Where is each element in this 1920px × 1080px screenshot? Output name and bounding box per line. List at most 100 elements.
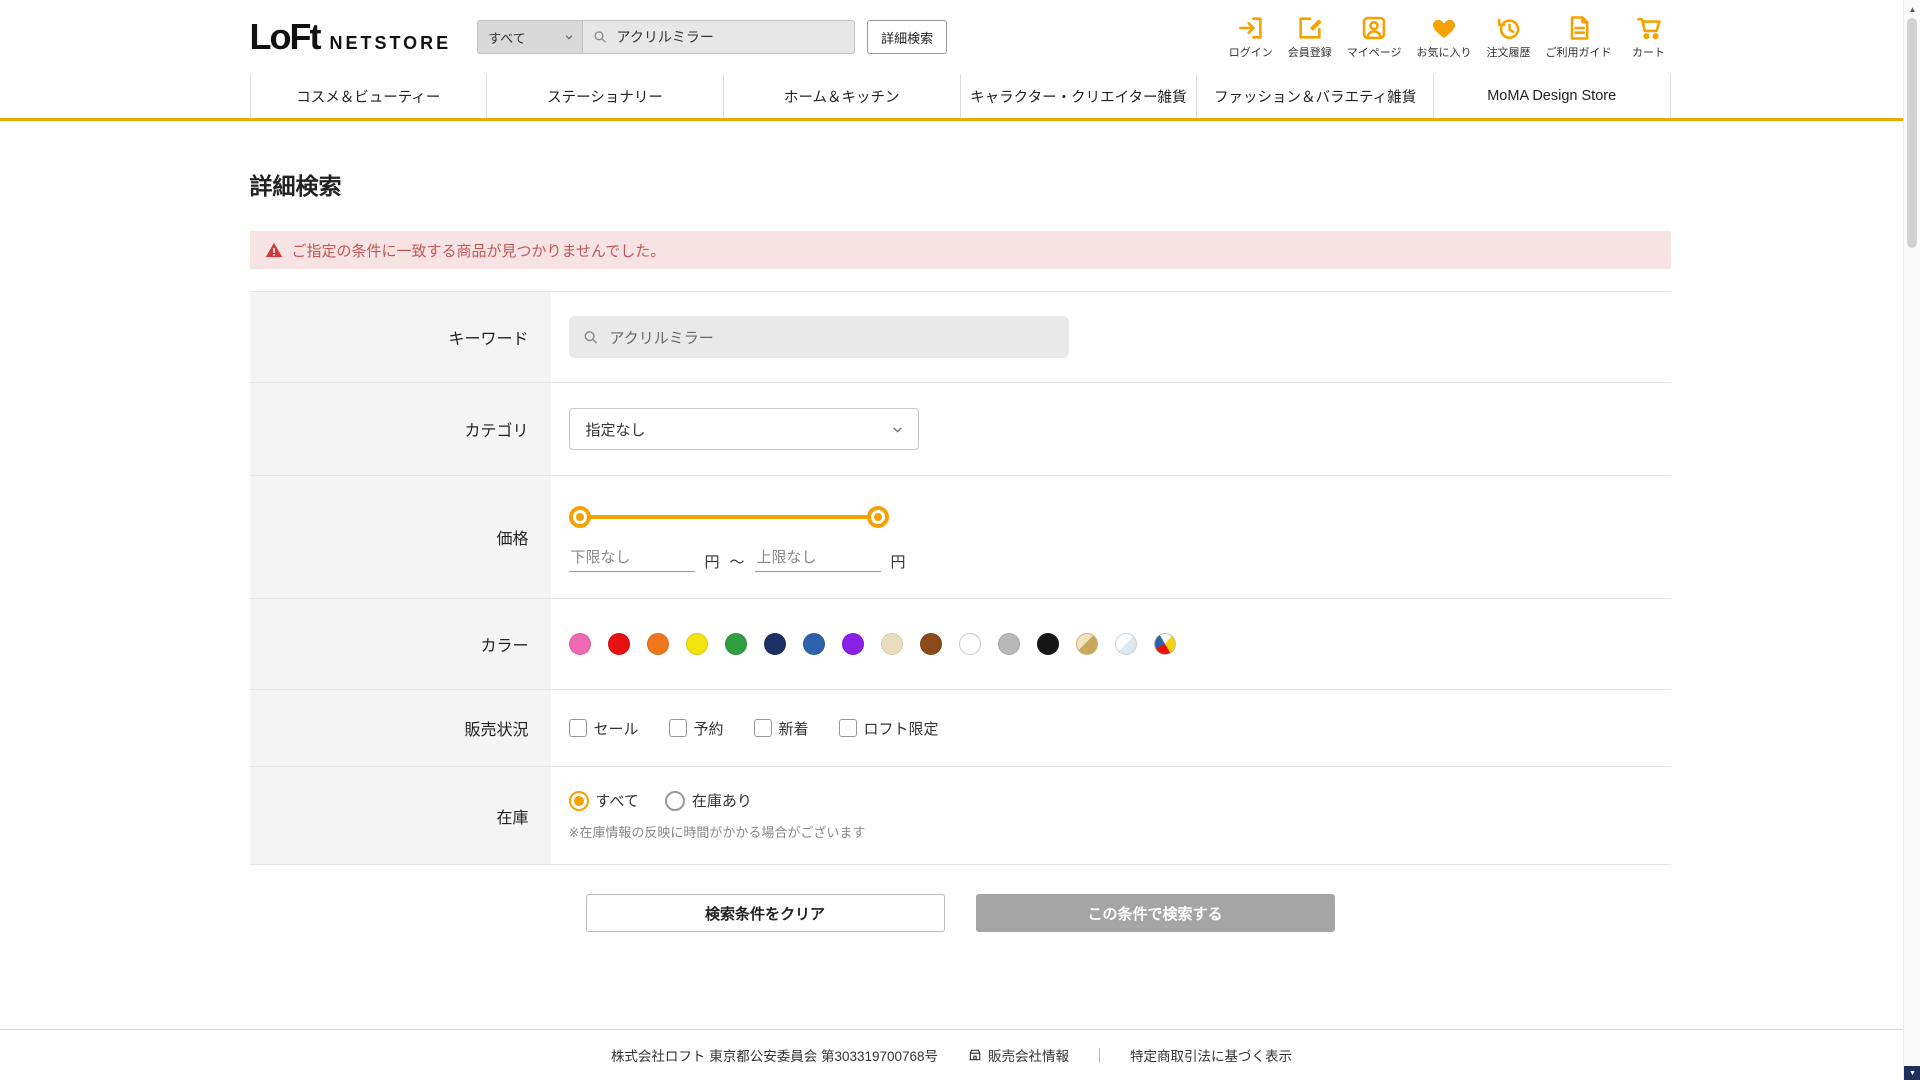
login-button[interactable]: ログイン xyxy=(1229,14,1273,60)
nav-item-moma[interactable]: MoMA Design Store xyxy=(1434,74,1671,118)
header-search: すべて 詳細検索 xyxy=(477,20,948,54)
search-with-conditions-button[interactable]: この条件で検索する xyxy=(975,894,1335,932)
checkbox-new[interactable]: 新着 xyxy=(753,718,809,739)
radio-all-label: すべて xyxy=(595,793,639,810)
search-input[interactable] xyxy=(614,28,845,46)
color-swatch-red[interactable] xyxy=(607,633,630,655)
register-button[interactable]: 会員登録 xyxy=(1288,14,1332,60)
category-select[interactable]: 指定なし xyxy=(568,408,919,450)
category-nav: コスメ＆ビューティー ステーショナリー ホーム＆キッチン キャラクター・クリエイ… xyxy=(0,74,1920,121)
radio-all[interactable]: すべて xyxy=(568,790,639,811)
color-swatch-navy[interactable] xyxy=(763,633,786,655)
search-form: キーワード カテゴリ 指定なし 価格 xyxy=(249,291,1671,865)
scrollbar-up-arrow[interactable]: ▲ xyxy=(1904,2,1920,17)
nav-item-fashion[interactable]: ファッション＆バラエティ雑貨 xyxy=(1197,74,1434,118)
company-info: 株式会社ロフト 東京都公安委員会 第303319700768号 xyxy=(610,1049,939,1064)
no-results-alert: ご指定の条件に一致する商品が見つかりませんでした。 xyxy=(249,231,1671,269)
nav-item-stationery[interactable]: ステーショナリー xyxy=(487,74,724,118)
login-icon xyxy=(1238,17,1262,39)
color-swatch-yellow[interactable] xyxy=(685,633,708,655)
checkbox-icon xyxy=(753,719,772,737)
color-swatch-multi[interactable] xyxy=(1153,633,1176,655)
keyword-input[interactable] xyxy=(607,327,1055,347)
checkbox-sale-label: セール xyxy=(593,720,639,738)
search-category-select[interactable]: すべて xyxy=(477,20,584,54)
checkbox-loft-limited-label: ロフト限定 xyxy=(863,720,939,738)
color-swatch-brown[interactable] xyxy=(919,633,942,655)
store-icon xyxy=(969,1049,981,1061)
radio-icon xyxy=(664,790,685,811)
checkbox-reserve[interactable]: 予約 xyxy=(668,718,724,739)
seller-info-link[interactable]: 販売会社情報 xyxy=(968,1045,1069,1065)
keyword-input-box xyxy=(568,316,1069,358)
price-unit: 円 xyxy=(704,553,720,571)
loft-logo[interactable]: LoFt NETSTORE xyxy=(250,16,452,58)
header-menu: ログイン 会員登録 マイページ お気に入り 注文履歴 ご利用ガイド カート xyxy=(1229,14,1671,60)
cart-icon xyxy=(1636,17,1661,40)
sales-status-options: セール 予約 新着 ロフト限定 xyxy=(568,718,1671,739)
guide-button[interactable]: ご利用ガイド xyxy=(1546,14,1612,60)
mypage-label: マイページ xyxy=(1346,47,1402,59)
mypage-button[interactable]: マイページ xyxy=(1347,14,1402,60)
keyword-label: キーワード xyxy=(249,292,551,382)
search-category-value: すべて xyxy=(488,30,526,46)
stock-options: すべて 在庫あり xyxy=(568,790,1671,811)
favorites-button[interactable]: お気に入り xyxy=(1417,14,1472,60)
color-swatch-orange[interactable] xyxy=(646,633,669,655)
checkbox-new-label: 新着 xyxy=(778,720,809,738)
search-icon xyxy=(594,31,606,43)
clear-conditions-button[interactable]: 検索条件をクリア xyxy=(585,894,945,932)
nav-item-character[interactable]: キャラクター・クリエイター雑貨 xyxy=(961,74,1198,118)
login-label: ログイン xyxy=(1228,47,1273,59)
color-swatch-white[interactable] xyxy=(958,633,981,655)
nav-item-home-kitchen[interactable]: ホーム＆キッチン xyxy=(724,74,961,118)
color-swatch-beige[interactable] xyxy=(880,633,903,655)
checkbox-icon xyxy=(668,719,687,737)
register-label: 会員登録 xyxy=(1287,47,1332,59)
color-swatch-gray[interactable] xyxy=(997,633,1020,655)
heart-icon xyxy=(1432,19,1456,38)
slider-track xyxy=(579,514,878,519)
color-swatch-blue[interactable] xyxy=(802,633,825,655)
scrollbar-down-arrow[interactable]: ▼ xyxy=(1904,1066,1920,1080)
price-max-handle[interactable] xyxy=(866,505,889,528)
color-swatch-silver[interactable] xyxy=(1114,633,1137,655)
checkbox-loft-limited[interactable]: ロフト限定 xyxy=(838,718,939,739)
checkbox-sale[interactable]: セール xyxy=(568,718,639,739)
commerce-law-link[interactable]: 特定商取引法に基づく表示 xyxy=(1130,1045,1292,1065)
price-row: 価格 円 ～ 円 xyxy=(249,476,1671,599)
color-row: カラー xyxy=(249,599,1671,690)
radio-in-stock[interactable]: 在庫あり xyxy=(664,790,752,811)
favorites-label: お気に入り xyxy=(1416,47,1472,59)
category-label: カテゴリ xyxy=(249,383,551,475)
guide-icon xyxy=(1570,16,1588,40)
order-history-button[interactable]: 注文履歴 xyxy=(1487,14,1531,60)
stock-note: ※在庫情報の反映に時間がかかる場合がございます xyxy=(568,825,866,840)
nav-item-cosme[interactable]: コスメ＆ビューティー xyxy=(249,74,488,118)
keyword-row: キーワード xyxy=(249,292,1671,383)
sales-status-label: 販売状況 xyxy=(249,690,551,766)
stock-row: 在庫 すべて 在庫あり ※在庫情報の反映に時間がかかる場合がございます xyxy=(249,767,1671,865)
logo-text: LoFt xyxy=(249,16,322,57)
price-min-input[interactable] xyxy=(568,544,695,572)
order-history-label: 注文履歴 xyxy=(1486,47,1531,59)
color-swatch-purple[interactable] xyxy=(841,633,864,655)
mypage-icon xyxy=(1362,16,1386,40)
cart-button[interactable]: カート xyxy=(1627,14,1671,60)
search-input-box xyxy=(583,20,856,54)
cart-label: カート xyxy=(1632,47,1665,59)
color-swatch-green[interactable] xyxy=(724,633,747,655)
price-min-handle[interactable] xyxy=(568,505,591,528)
detail-search-button[interactable]: 詳細検索 xyxy=(867,20,948,54)
color-swatch-gold[interactable] xyxy=(1075,633,1098,655)
price-range-slider xyxy=(568,505,889,529)
page: LoFt NETSTORE すべて 詳細検索 ログイン xyxy=(0,0,1920,1080)
price-max-input[interactable] xyxy=(754,544,881,572)
seller-info-label: 販売会社情報 xyxy=(988,1049,1070,1064)
color-swatch-black[interactable] xyxy=(1036,633,1059,655)
scrollbar-thumb[interactable] xyxy=(1907,18,1917,248)
color-swatch-pink[interactable] xyxy=(568,633,591,655)
radio-in-stock-label: 在庫あり xyxy=(691,793,752,810)
history-icon xyxy=(1497,18,1519,39)
page-title: 詳細検索 xyxy=(249,173,342,199)
